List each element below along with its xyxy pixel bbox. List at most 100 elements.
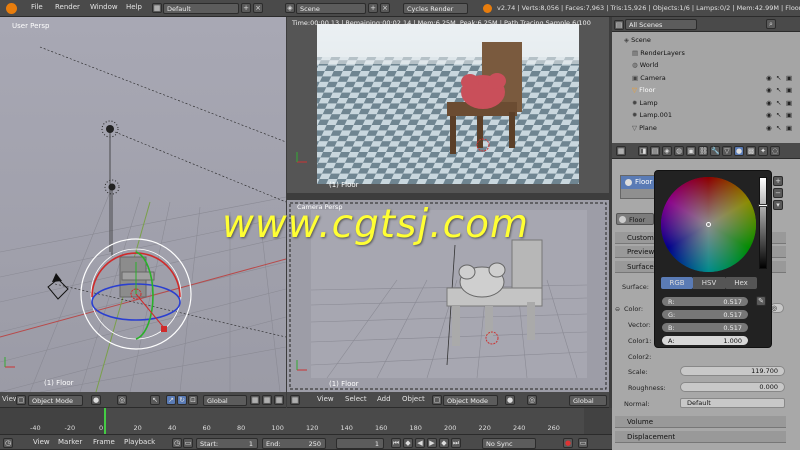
value-slider-handle[interactable]: [758, 204, 768, 207]
translate-icon[interactable]: ↗: [166, 395, 176, 405]
pointer-toggle-icon[interactable]: ↖: [776, 109, 781, 121]
menu-file[interactable]: File: [31, 3, 43, 11]
camera-menu-select[interactable]: Select: [345, 395, 367, 403]
eye-toggle-icon[interactable]: ◉: [766, 84, 772, 96]
picker-channel-a[interactable]: A: 1.000: [661, 335, 749, 346]
viewport-left-mode-dropdown[interactable]: Object Mode: [28, 395, 83, 406]
timeline-menu-playback[interactable]: Playback: [124, 438, 155, 446]
camera-toggle-icon[interactable]: ▣: [786, 84, 792, 96]
eye-toggle-icon[interactable]: ◉: [766, 109, 772, 121]
outliner-row-plane[interactable]: ▽ Plane ◉ ↖ ▣: [620, 122, 798, 134]
preview-range-icon[interactable]: ◷: [172, 438, 182, 448]
render-engine-dropdown[interactable]: Cycles Render: [403, 3, 468, 14]
record-icon[interactable]: ●: [563, 438, 573, 448]
layer-icon-3[interactable]: ▦: [274, 395, 284, 405]
camera-shading-icon[interactable]: ●: [505, 395, 515, 405]
camera-toggle-icon[interactable]: ▣: [786, 97, 792, 109]
timeline-menu-marker[interactable]: Marker: [58, 438, 82, 446]
sync-mode-dropdown[interactable]: No Sync: [482, 438, 536, 449]
eye-toggle-icon[interactable]: ◉: [766, 72, 772, 84]
scale-field[interactable]: 119.700: [680, 366, 785, 376]
constraints-tab-icon[interactable]: ⛓: [698, 146, 708, 156]
value-slider[interactable]: [758, 177, 768, 269]
start-frame-field[interactable]: Start: 1: [196, 438, 258, 449]
particles-tab-icon[interactable]: ✦: [758, 146, 768, 156]
physics-tab-icon[interactable]: ◌: [770, 146, 780, 156]
texture-tab-icon[interactable]: ▩: [746, 146, 756, 156]
timeline-editor-icon[interactable]: ◷: [3, 438, 13, 448]
camera-object-mode-icon[interactable]: ▢: [432, 395, 442, 405]
timeline-menu-frame[interactable]: Frame: [93, 438, 115, 446]
timeline-playhead[interactable]: [104, 408, 106, 434]
scale-icon[interactable]: ⊡: [188, 395, 198, 405]
jump-start-icon[interactable]: ⏮: [391, 438, 401, 448]
eye-toggle-icon[interactable]: ◉: [766, 122, 772, 134]
panel-volume[interactable]: Volume: [615, 416, 786, 428]
picker-channel-r[interactable]: R: 0.517: [661, 296, 749, 307]
manipulator-icon[interactable]: ↖: [150, 395, 160, 405]
normal-field[interactable]: Default: [680, 398, 785, 408]
object-mode-icon[interactable]: ▢: [16, 395, 26, 405]
camera-mode-dropdown[interactable]: Object Mode: [443, 395, 498, 406]
slot-remove-button[interactable]: −: [773, 188, 783, 198]
color-wheel-cursor[interactable]: [706, 222, 711, 227]
outliner-search-icon[interactable]: ⌕: [766, 19, 776, 29]
outliner-row-camera[interactable]: ▣ Camera ◉ ↖ ▣: [620, 72, 798, 84]
rotate-icon[interactable]: ↻: [177, 395, 187, 405]
scene-tab-icon[interactable]: ◈: [662, 146, 672, 156]
scene-delete-button[interactable]: ×: [380, 3, 390, 13]
timeline-menu-view[interactable]: View: [33, 438, 50, 446]
outliner-editor-icon[interactable]: ▤: [614, 20, 624, 30]
outliner-row-lamp-001[interactable]: ✹ Lamp.001 ◉ ↖ ▣: [620, 109, 798, 121]
outliner-display-dropdown[interactable]: All Scenes: [625, 19, 697, 30]
screen-add-button[interactable]: +: [241, 3, 251, 13]
outliner-row-world[interactable]: ◍ World: [620, 59, 798, 71]
render-view[interactable]: Time:00:00.13 | Remaining:00:02.14 | Mem…: [287, 17, 609, 193]
current-frame-field[interactable]: 1: [336, 438, 384, 449]
next-keyframe-icon[interactable]: ◆: [439, 438, 449, 448]
outliner-row-floor[interactable]: ▽ Floor ◉ ↖ ▣: [620, 84, 798, 96]
blender-logo-icon[interactable]: [6, 3, 17, 14]
camera-menu-add[interactable]: Add: [377, 395, 391, 403]
properties-editor-icon[interactable]: ▦: [616, 146, 626, 156]
camera-menu-object[interactable]: Object: [402, 395, 425, 403]
jump-end-icon[interactable]: ⏭: [451, 438, 461, 448]
menu-render[interactable]: Render: [55, 3, 80, 11]
object-tab-icon[interactable]: ▣: [686, 146, 696, 156]
picker-channel-b[interactable]: B: 0.517: [661, 322, 749, 333]
slot-add-button[interactable]: +: [773, 176, 783, 186]
layer-icon-2[interactable]: ▦: [262, 395, 272, 405]
color-row-expand-icon[interactable]: ⊖: [615, 306, 620, 313]
camera-pivot-icon[interactable]: ◎: [527, 395, 537, 405]
keying-set-icon[interactable]: ▭: [578, 438, 588, 448]
picker-channel-g[interactable]: G: 0.517: [661, 309, 749, 320]
camera-toggle-icon[interactable]: ▣: [786, 72, 792, 84]
material-tab-icon[interactable]: ●: [734, 146, 744, 156]
camera-toggle-icon[interactable]: ▣: [786, 122, 792, 134]
picker-tab-hsv[interactable]: HSV: [693, 277, 725, 289]
screen-layout-icon[interactable]: ▦: [152, 3, 162, 13]
roughness-field[interactable]: 0.000: [680, 382, 785, 392]
eyedropper-icon[interactable]: ✎: [756, 296, 766, 306]
screen-layout-field[interactable]: Default: [163, 3, 239, 14]
color-picker-popup[interactable]: RGB HSV Hex R: 0.517 G: 0.517 B: 0.517 A: 1.000…: [654, 170, 772, 348]
menu-help[interactable]: Help: [126, 3, 142, 11]
picker-tab-rgb[interactable]: RGB: [661, 277, 693, 289]
panel-displacement[interactable]: Displacement: [615, 431, 786, 443]
layer-icon[interactable]: ▦: [250, 395, 260, 405]
camera-toggle-icon[interactable]: ▣: [786, 109, 792, 121]
end-frame-field[interactable]: End: 250: [262, 438, 326, 449]
color-input-field[interactable]: ◎: [770, 303, 784, 313]
prev-keyframe-icon[interactable]: ◆: [403, 438, 413, 448]
shading-icon[interactable]: ●: [91, 395, 101, 405]
viewport-left-orientation-dropdown[interactable]: Global: [203, 395, 247, 406]
pointer-toggle-icon[interactable]: ↖: [776, 122, 781, 134]
color-wheel[interactable]: [661, 177, 756, 272]
picker-tab-hex[interactable]: Hex: [725, 277, 757, 289]
scene-field[interactable]: Scene: [296, 3, 366, 14]
pointer-toggle-icon[interactable]: ↖: [776, 84, 781, 96]
outliner-row-renderlayers[interactable]: ▤ RenderLayers: [620, 47, 798, 59]
play-reverse-icon[interactable]: ◀: [415, 438, 425, 448]
world-tab-icon[interactable]: ◍: [674, 146, 684, 156]
camera-menu-view[interactable]: View: [317, 395, 334, 403]
